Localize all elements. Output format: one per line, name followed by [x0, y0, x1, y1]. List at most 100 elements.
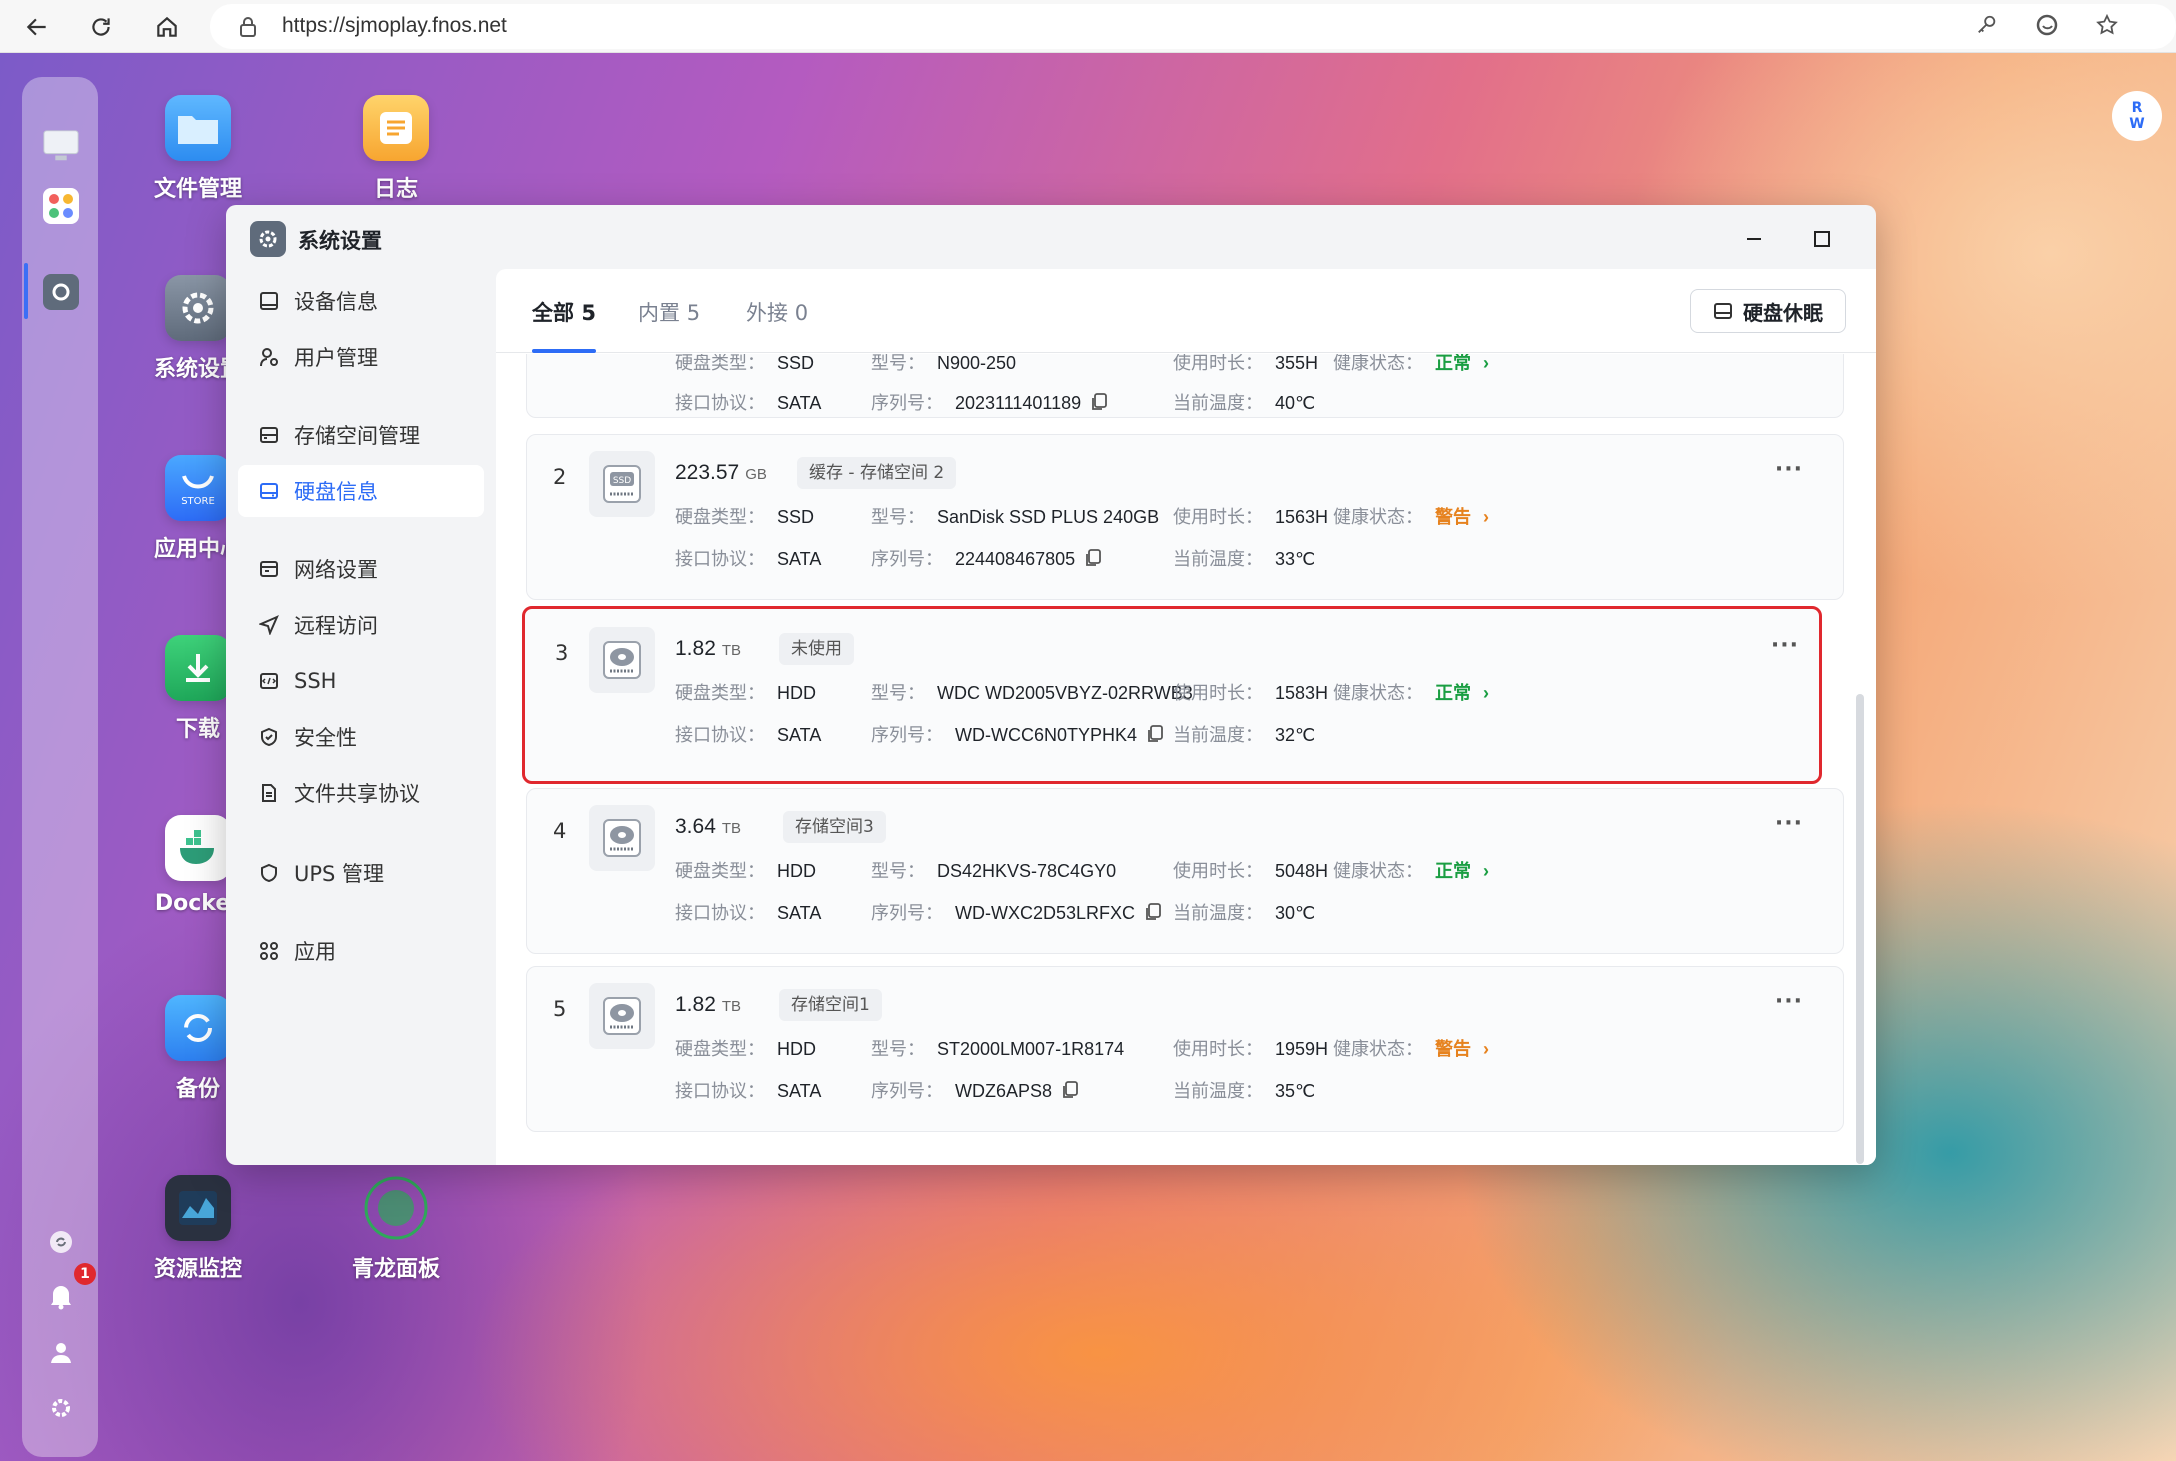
desktop-monitor-icon[interactable] — [42, 127, 80, 165]
sidebar-label: 应用 — [294, 940, 336, 964]
field-key: 型号： — [871, 354, 925, 373]
disk-capacity: 1.82 TB — [675, 993, 741, 1017]
dock-settings-icon[interactable] — [42, 273, 80, 311]
copy-icon[interactable] — [1147, 724, 1163, 748]
disk-model-field: 型号： ST2000LM007-1R8174 — [871, 1035, 1124, 1061]
desktop-app-file-manager[interactable]: 文件管理 — [128, 95, 268, 203]
disk-health-field[interactable]: 健康状态： 正常 › — [1333, 679, 1489, 705]
sync-icon[interactable] — [42, 1223, 80, 1261]
field-key: 使用时长： — [1173, 507, 1263, 527]
tab-external[interactable]: 外接 0 — [746, 297, 808, 327]
address-bar[interactable]: https://sjmoplay.fnos.net — [210, 4, 2176, 49]
field-key: 当前温度： — [1173, 393, 1263, 413]
field-key: 接口协议： — [675, 725, 765, 745]
sidebar-item-storage[interactable]: 存储空间管理 — [238, 409, 484, 461]
sidebar-item-security[interactable]: 安全性 — [238, 711, 484, 763]
app-grid-icon[interactable] — [42, 187, 80, 225]
chevron-right-icon: › — [1483, 683, 1489, 703]
field-key: 使用时长： — [1173, 354, 1263, 373]
disk-interface-field: 接口协议： SATA — [675, 899, 821, 925]
field-value: WDC WD2005VBYZ-02RRWB3 — [937, 683, 1193, 703]
copy-icon[interactable] — [1145, 902, 1161, 926]
disk-health-field[interactable]: 健康状态： 警告 › — [1333, 503, 1489, 529]
desktop-app-resource-monitor[interactable]: 资源监控 — [128, 1175, 268, 1283]
download-icon — [165, 635, 231, 701]
sidebar-item-device-info[interactable]: 设备信息 — [238, 275, 484, 327]
more-options-icon[interactable]: ··· — [1771, 633, 1799, 658]
rw-badge[interactable]: R W — [2112, 91, 2162, 141]
minimize-icon[interactable] — [1736, 221, 1772, 257]
user-icon[interactable] — [42, 1333, 80, 1371]
disk-usage-field: 使用时长： 355H — [1173, 354, 1318, 375]
disk-temp-field: 当前温度： 30℃ — [1173, 899, 1315, 925]
sidebar-item-ssh[interactable]: SSH — [238, 655, 484, 707]
disk-capacity: 3.64 TB — [675, 815, 741, 839]
back-icon[interactable] — [18, 8, 56, 46]
more-options-icon[interactable]: ··· — [1775, 457, 1803, 482]
disk-sleep-button[interactable]: 硬盘休眠 — [1690, 289, 1846, 333]
disk-index: 5 — [553, 997, 567, 1021]
field-value: 2023111401189 — [955, 393, 1082, 413]
close-icon[interactable] — [1872, 221, 1876, 257]
field-value: 40℃ — [1275, 393, 1316, 413]
field-key: 序列号： — [871, 1081, 943, 1101]
tab-internal[interactable]: 内置 5 — [638, 297, 700, 327]
disk-health-field[interactable]: 健康状态： 正常 › — [1333, 354, 1489, 375]
scrollbar[interactable] — [1856, 694, 1864, 1164]
settings-sidebar: 设备信息 用户管理 存储空间管理 硬盘信息 网络设置 远程访问 SSH 安全性 — [226, 269, 496, 1165]
field-key: 健康状态： — [1333, 1039, 1423, 1059]
field-key: 当前温度： — [1173, 903, 1263, 923]
more-options-icon[interactable]: ··· — [1775, 989, 1803, 1014]
field-key: 使用时长： — [1173, 683, 1263, 703]
sidebar-item-file-sharing[interactable]: 文件共享协议 — [238, 767, 484, 819]
disk-health-field[interactable]: 健康状态： 正常 › — [1333, 857, 1489, 883]
favorite-star-icon[interactable] — [2090, 8, 2124, 42]
health-status: 正常 — [1435, 354, 1471, 373]
disk-card-highlighted: 3 1.82 TB 未使用 ··· 硬盘类型： HDD 型号： WDC WD2005V… — [522, 606, 1822, 784]
copy-icon[interactable] — [1091, 392, 1108, 416]
copy-icon[interactable] — [1085, 548, 1102, 572]
window-titlebar[interactable]: 系统设置 — [226, 205, 1876, 269]
home-icon[interactable] — [148, 8, 186, 46]
capacity-value: 223.57 — [675, 461, 740, 484]
field-key: 型号： — [871, 1039, 925, 1059]
disk-health-field[interactable]: 健康状态： 警告 › — [1333, 1035, 1489, 1061]
capacity-value: 1.82 — [675, 993, 716, 1016]
field-key: 健康状态： — [1333, 683, 1423, 703]
sidebar-item-users[interactable]: 用户管理 — [238, 331, 484, 383]
bell-icon[interactable] — [42, 1277, 80, 1315]
sidebar-item-network[interactable]: 网络设置 — [238, 543, 484, 595]
disk-usage-field: 使用时长： 1959H — [1173, 1035, 1328, 1061]
desktop-app-qinglong[interactable]: 青龙面板 — [326, 1175, 466, 1283]
hdd-icon — [589, 983, 655, 1049]
edge-extension-icon[interactable] — [2030, 8, 2064, 42]
field-value: SanDisk SSD PLUS 240GB — [937, 507, 1160, 527]
lock-icon — [238, 16, 258, 42]
network-icon — [258, 558, 280, 580]
tab-label: 外接 — [746, 301, 788, 325]
copy-icon[interactable] — [1062, 1080, 1078, 1104]
sidebar-item-apps[interactable]: 应用 — [238, 925, 484, 977]
disk-index: 2 — [553, 465, 567, 489]
refresh-icon[interactable] — [82, 8, 120, 46]
maximize-icon[interactable] — [1804, 221, 1840, 257]
sidebar-item-remote-access[interactable]: 远程访问 — [238, 599, 484, 651]
desktop-app-logs[interactable]: 日志 — [326, 95, 466, 203]
settings-gear-icon[interactable] — [42, 1389, 80, 1427]
disk-interface-field: 接口协议： SATA — [675, 545, 821, 571]
tab-underline — [532, 349, 596, 353]
field-value: HDD — [777, 683, 816, 703]
key-icon[interactable] — [1970, 8, 2004, 42]
tab-all[interactable]: 全部 5 — [532, 297, 596, 327]
more-options-icon[interactable]: ··· — [1775, 811, 1803, 836]
disk-info-panel: 全部 5 内置 5 外接 0 硬盘休眠 硬盘类型： SSD 型号： N900-250… — [496, 269, 1876, 1165]
rw-badge-bottom: W — [2129, 116, 2145, 132]
field-key: 型号： — [871, 683, 925, 703]
terminal-icon — [258, 670, 280, 692]
field-value: 33℃ — [1275, 549, 1316, 569]
disk-temp-field: 当前温度： 33℃ — [1173, 545, 1315, 571]
dock-active-indicator — [24, 263, 28, 319]
sidebar-item-disk-info[interactable]: 硬盘信息 — [238, 465, 484, 517]
sidebar-item-ups[interactable]: UPS 管理 — [238, 847, 484, 899]
tab-count: 0 — [794, 301, 809, 325]
